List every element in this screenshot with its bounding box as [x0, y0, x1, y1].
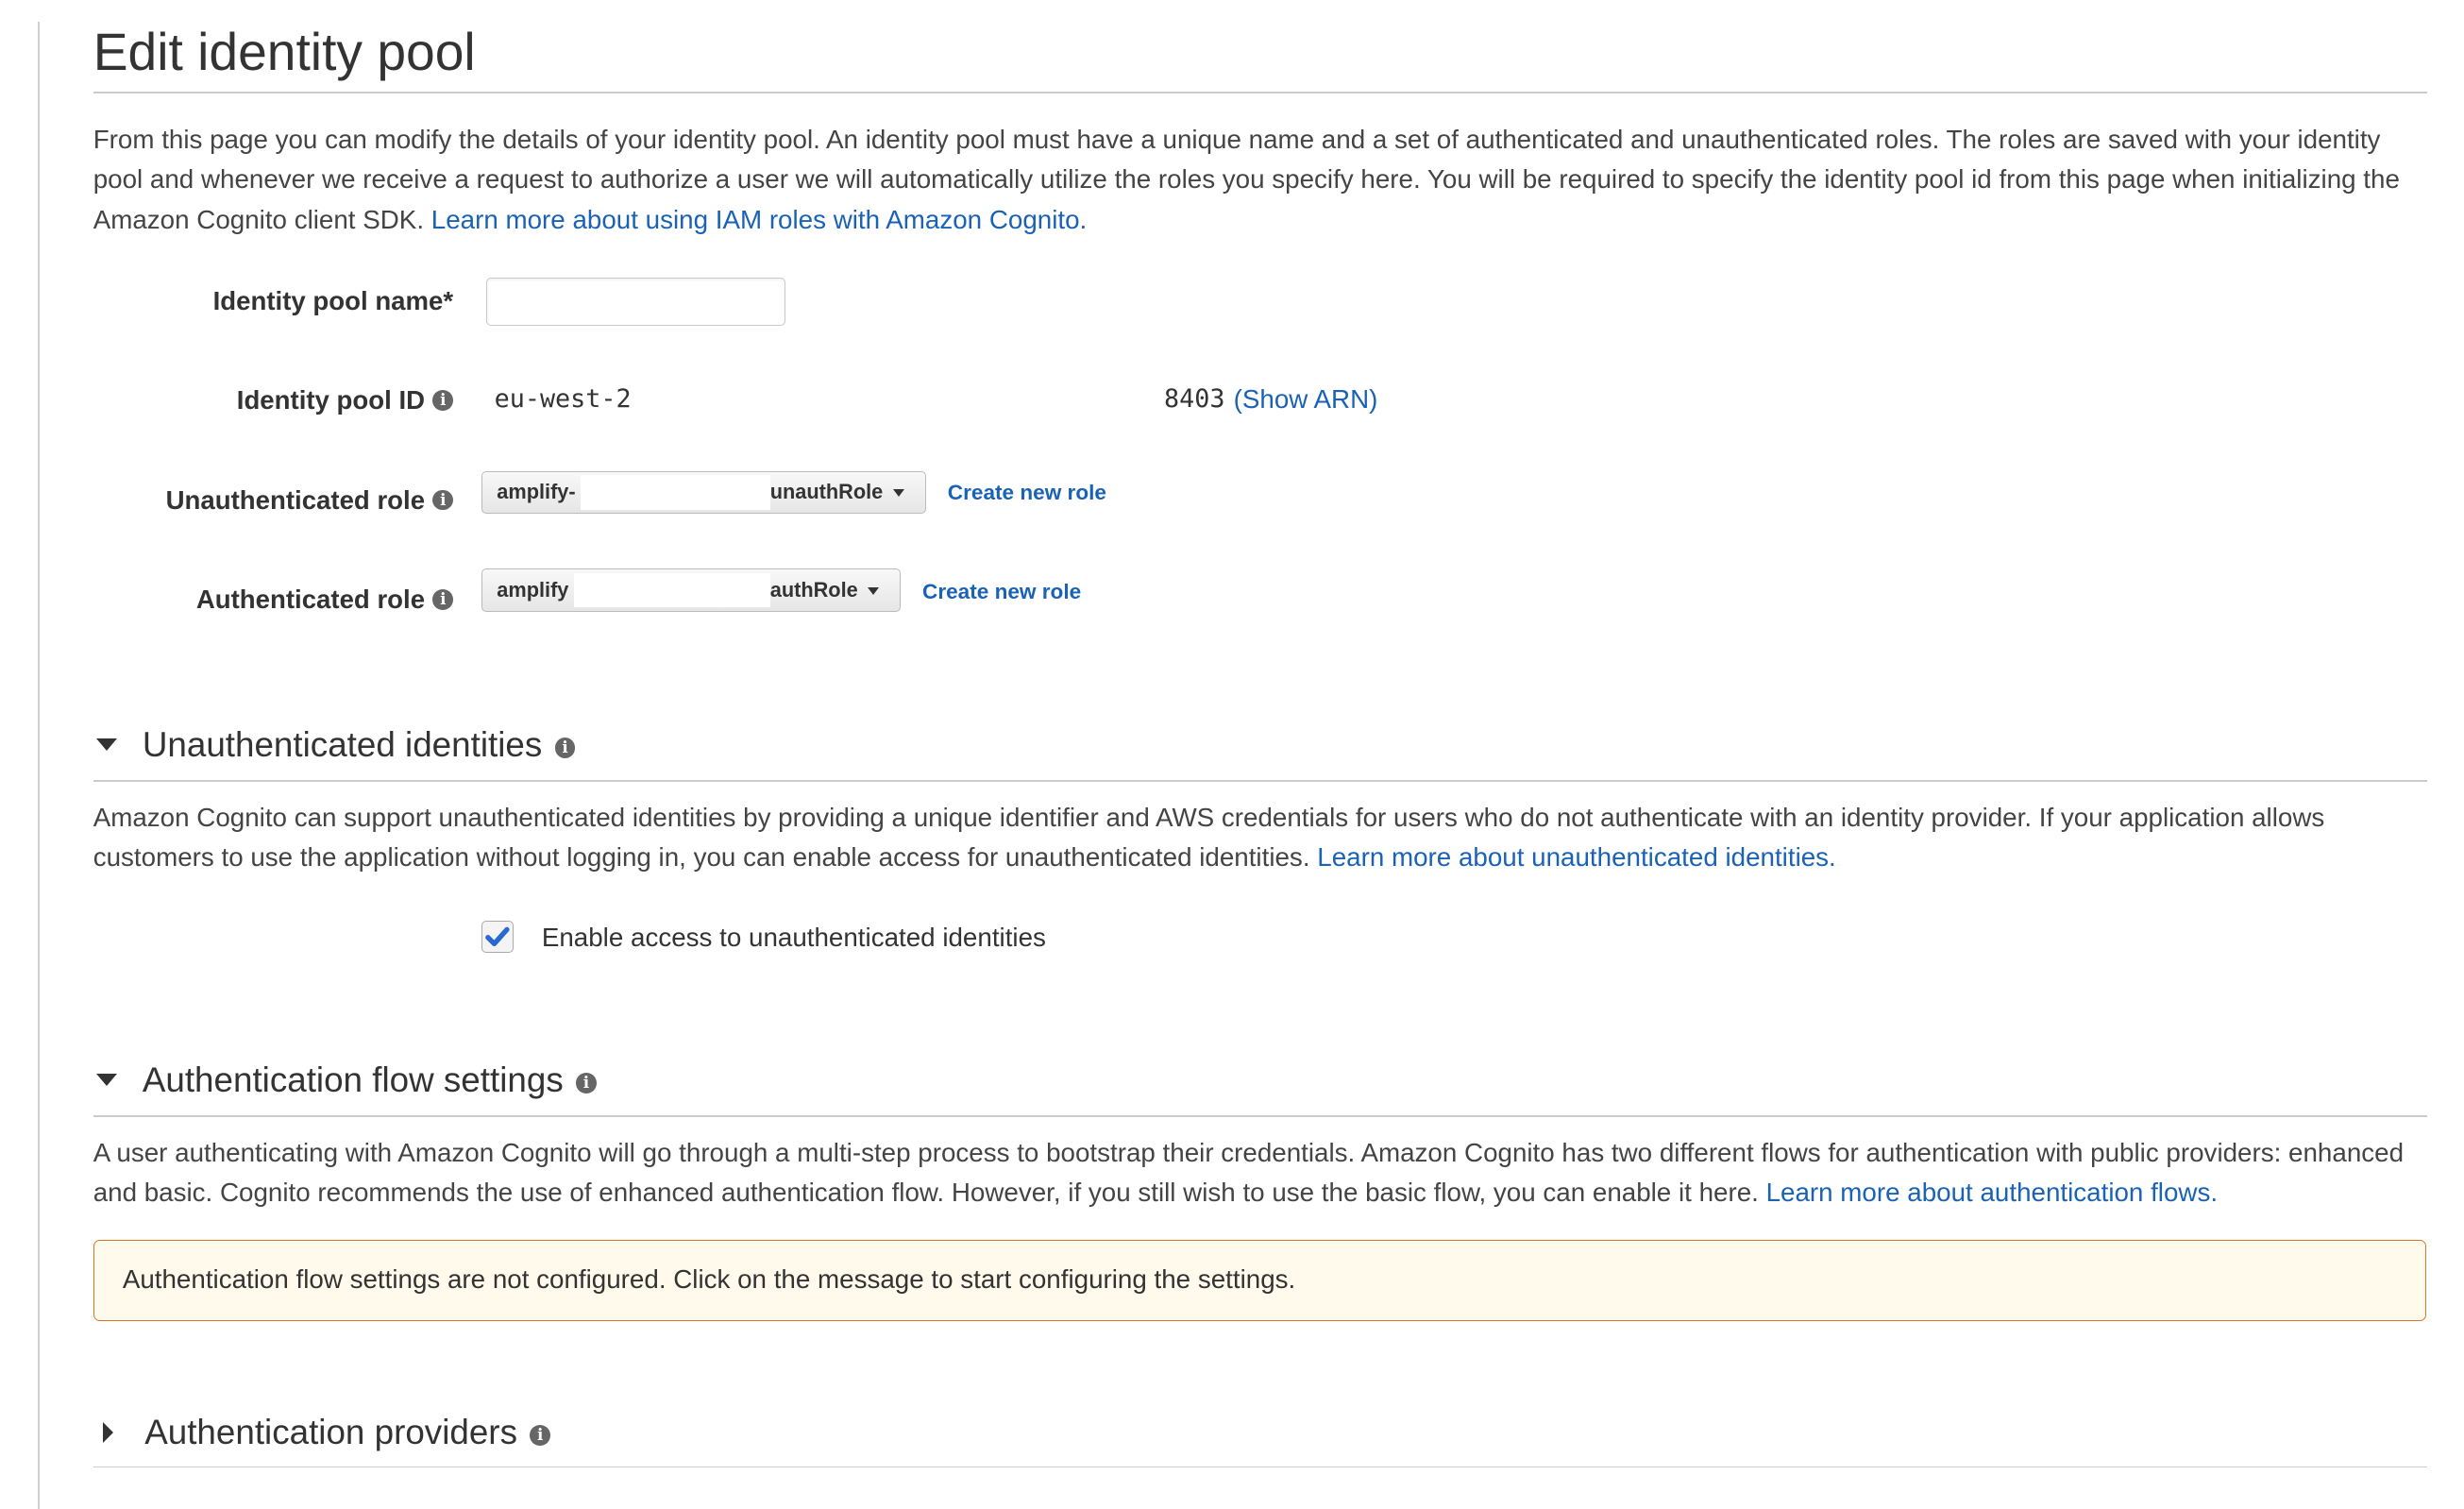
enable-unauth-label[interactable]: Enable access to unauthenticated identit… [542, 923, 1046, 953]
info-icon[interactable]: i [554, 738, 576, 759]
auth-role-label: Authenticated role i [195, 585, 454, 615]
unauth-section-title: Unauthenticated identities [142, 724, 543, 764]
unauth-role-label: Unauthenticated role i [166, 485, 454, 516]
redacted-area [580, 474, 770, 510]
pool-id-label-text: Identity pool ID [236, 385, 426, 415]
section-divider [93, 1466, 2428, 1468]
info-icon[interactable]: i [432, 489, 454, 511]
pool-id-label: Identity pool ID i [236, 385, 454, 415]
info-icon[interactable]: i [432, 589, 454, 610]
create-unauth-role-link[interactable]: Create new role [948, 481, 1106, 505]
auth-role-select[interactable]: amplify authRole [481, 568, 901, 612]
flow-warning-message[interactable]: Authentication flow settings are not con… [93, 1240, 2427, 1321]
pool-name-label-text: Identity pool name* [212, 285, 454, 315]
unauth-paragraph: Amazon Cognito can support unauthenticat… [93, 798, 2428, 878]
left-divider [38, 22, 40, 1509]
chevron-down-icon [868, 586, 880, 595]
pool-name-label: Identity pool name* [213, 286, 454, 316]
unauth-learn-more-link[interactable]: Learn more about unauthenticated identit… [1317, 842, 1836, 872]
info-icon[interactable]: i [530, 1425, 551, 1446]
redacted-area [574, 572, 770, 608]
providers-section-header[interactable]: Authentication providers i [96, 1412, 551, 1452]
intro-paragraph: From this page you can modify the detail… [93, 120, 2428, 240]
auth-role-label-text: Authenticated role [195, 585, 426, 614]
edit-identity-pool-page: Edit identity pool From this page you ca… [0, 0, 2464, 1509]
unauth-role-select[interactable]: amplify- unauthRole [481, 470, 926, 515]
auth-role-suffix: authRole [769, 577, 858, 602]
caret-right-icon [102, 1421, 113, 1443]
title-divider [93, 92, 2428, 93]
unauth-role-prefix: amplify- [497, 479, 576, 503]
show-arn-link[interactable]: (Show ARN) [1234, 384, 1378, 415]
pool-id-suffix: 8403 [1164, 383, 1225, 414]
info-icon[interactable]: i [576, 1073, 597, 1094]
create-auth-role-link[interactable]: Create new role [922, 580, 1081, 604]
enable-unauth-checkbox[interactable] [481, 921, 515, 954]
checkmark-icon [485, 927, 510, 947]
unauth-section-header[interactable]: Unauthenticated identities i [96, 724, 576, 765]
iam-roles-link[interactable]: Learn more about using IAM roles with Am… [431, 205, 1088, 234]
caret-down-icon [96, 1074, 118, 1086]
unauth-text: Amazon Cognito can support unauthenticat… [93, 802, 2325, 873]
unauth-role-label-text: Unauthenticated role [165, 484, 426, 515]
caret-down-icon [96, 738, 118, 752]
pool-id-prefix: eu-west-2 [494, 383, 632, 414]
section-divider [93, 1115, 2428, 1117]
chevron-down-icon [893, 488, 905, 497]
section-divider [93, 780, 2428, 783]
flow-warning-text: Authentication flow settings are not con… [122, 1264, 1296, 1295]
info-icon[interactable]: i [432, 390, 454, 412]
flow-learn-more-link[interactable]: Learn more about authentication flows. [1766, 1178, 2218, 1207]
pool-name-input[interactable] [486, 278, 785, 326]
page-title: Edit identity pool [93, 23, 476, 82]
flow-section-header[interactable]: Authentication flow settings i [96, 1060, 597, 1100]
auth-role-prefix: amplify [497, 577, 569, 602]
flow-section-title: Authentication flow settings [142, 1060, 564, 1099]
providers-section-title: Authentication providers [144, 1412, 517, 1451]
flow-paragraph: A user authenticating with Amazon Cognit… [93, 1133, 2428, 1213]
unauth-role-suffix: unauthRole [769, 479, 884, 503]
